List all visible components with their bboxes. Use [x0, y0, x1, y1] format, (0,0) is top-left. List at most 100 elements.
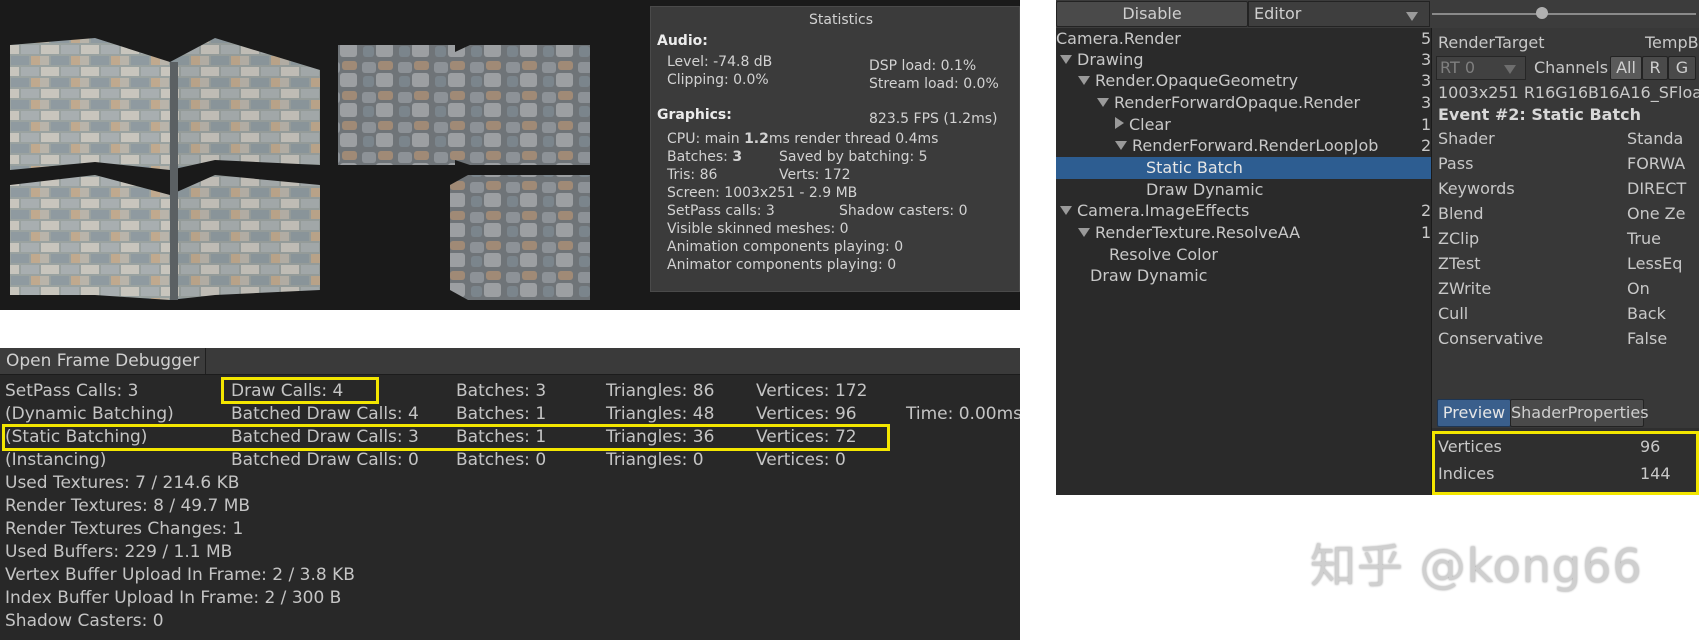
- channel-g-button[interactable]: G: [1668, 56, 1696, 80]
- stat-cell: (Dynamic Batching): [5, 404, 174, 424]
- render-textures-changes: Render Textures Changes: 1: [5, 519, 244, 539]
- batches-readout: Batches: 3: [667, 149, 743, 165]
- expand-arrow-icon[interactable]: [1060, 55, 1072, 64]
- stat-cell: Triangles: 0: [606, 450, 704, 470]
- prop-label: Pass: [1438, 154, 1474, 173]
- channel-all-button[interactable]: All: [1610, 56, 1642, 80]
- tree-item-image-effects[interactable]: Camera.ImageEffects: [1060, 200, 1249, 222]
- disable-button[interactable]: Disable: [1056, 1, 1248, 27]
- prop-label: Conservative: [1438, 329, 1544, 348]
- used-buffers: Used Buffers: 229 / 1.1 MB: [5, 542, 233, 562]
- render-target-label: RenderTarget: [1438, 33, 1545, 52]
- chevron-down-icon: [1406, 12, 1418, 21]
- tab-shader-properties[interactable]: ShaderProperties: [1510, 399, 1649, 427]
- event-slider-track[interactable]: [1432, 13, 1696, 15]
- used-textures: Used Textures: 7 / 214.6 KB: [5, 473, 240, 493]
- stat-cell: Triangles: 48: [606, 404, 715, 424]
- tree-count: 2: [1421, 136, 1432, 155]
- stat-cell: SetPass Calls: 3: [5, 381, 139, 401]
- open-frame-debugger-tab[interactable]: Open Frame Debugger: [0, 348, 207, 374]
- shadow-casters: Shadow Casters: 0: [5, 611, 164, 631]
- tree-item-resolve-aa[interactable]: RenderTexture.ResolveAA: [1078, 222, 1300, 244]
- tree-item-draw-dynamic[interactable]: Draw Dynamic: [1146, 179, 1263, 201]
- prop-value: On: [1627, 279, 1650, 298]
- rt-dropdown-label: RT 0: [1440, 58, 1475, 77]
- prop-value: True: [1627, 229, 1661, 248]
- prop-label: Blend: [1438, 204, 1484, 223]
- tree-count: 5: [1421, 29, 1432, 48]
- collapsed-arrow-icon[interactable]: [1115, 117, 1124, 129]
- expand-arrow-icon[interactable]: [1115, 141, 1127, 150]
- tree-item-render-loop-job[interactable]: RenderForward.RenderLoopJob: [1115, 135, 1378, 157]
- prop-value: False: [1627, 329, 1668, 348]
- tree-item-forward-opaque[interactable]: RenderForwardOpaque.Render: [1097, 92, 1360, 114]
- stat-cell: Batches: 1: [456, 404, 547, 424]
- tree-count: 3: [1421, 50, 1432, 69]
- visible-skinned-readout: Visible skinned meshes: 0: [667, 221, 849, 237]
- frame-debugger-toolbar: Disable Editor: [1056, 0, 1699, 29]
- stat-cell: (Instancing): [5, 450, 107, 470]
- selected-row-highlight: [1056, 157, 1431, 179]
- prop-label: ZWrite: [1438, 279, 1492, 298]
- frame-debugger-stats-panel: Open Frame Debugger SetPass Calls: 3 Dra…: [0, 348, 1020, 640]
- draw-calls-highlight: [221, 377, 379, 404]
- audio-level: Level: -74.8 dB: [667, 54, 773, 70]
- stat-cell: Vertices: 172: [756, 381, 868, 401]
- statistics-title: Statistics: [809, 12, 873, 28]
- render-textures: Render Textures: 8 / 49.7 MB: [5, 496, 251, 516]
- render-target-value: TempB: [1645, 33, 1699, 52]
- tree-count: 3: [1421, 93, 1432, 112]
- dsp-load: DSP load: 0.1%: [869, 58, 977, 74]
- animation-components-readout: Animation components playing: 0: [667, 239, 904, 255]
- scene-view: Statistics Audio: Level: -74.8 dB Clippi…: [0, 0, 1020, 310]
- stat-cell: Vertices: 96: [756, 404, 857, 424]
- tree-count: 3: [1421, 71, 1432, 90]
- editor-dropdown[interactable]: Editor: [1248, 1, 1430, 27]
- statistics-panel: Statistics Audio: Level: -74.8 dB Clippi…: [650, 6, 1020, 292]
- prop-value: LessEq: [1627, 254, 1683, 273]
- cpu-readout: CPU: main 1.2ms render thread 0.4ms: [667, 131, 939, 147]
- tree-item-draw-dynamic-2[interactable]: Draw Dynamic: [1090, 265, 1207, 287]
- prop-label: Shader: [1438, 129, 1495, 148]
- stat-cell: Batches: 3: [456, 381, 547, 401]
- saved-by-batching: Saved by batching: 5: [779, 149, 928, 165]
- stat-cell: Batched Draw Calls: 4: [231, 404, 419, 424]
- tree-item-camera-render[interactable]: Camera.Render: [1056, 28, 1181, 50]
- expand-arrow-icon[interactable]: [1078, 228, 1090, 237]
- prop-value: Back: [1627, 304, 1666, 323]
- preview-highlight: [1432, 431, 1699, 495]
- graphics-header: Graphics:: [657, 107, 732, 123]
- verts-readout: Verts: 172: [779, 167, 851, 183]
- screen-readout: Screen: 1003x251 - 2.9 MB: [667, 185, 858, 201]
- tree-item-resolve-color[interactable]: Resolve Color: [1109, 244, 1218, 266]
- event-slider-handle[interactable]: [1536, 7, 1548, 19]
- audio-clipping: Clipping: 0.0%: [667, 72, 769, 88]
- rt-dropdown[interactable]: RT 0: [1436, 56, 1526, 80]
- tree-item-clear[interactable]: Clear: [1115, 114, 1171, 136]
- prop-value: Standa: [1627, 129, 1684, 148]
- tree-item-opaque-geometry[interactable]: Render.OpaqueGeometry: [1078, 70, 1298, 92]
- vertex-buffer-upload: Vertex Buffer Upload In Frame: 2 / 3.8 K…: [5, 565, 355, 585]
- channels-label: Channels: [1534, 58, 1609, 77]
- prop-label: ZTest: [1438, 254, 1481, 273]
- stream-load: Stream load: 0.0%: [869, 76, 999, 92]
- event-detail-panel: RenderTarget TempB RT 0 Channels All R G…: [1432, 28, 1699, 495]
- stat-cell: Batches: 0: [456, 450, 547, 470]
- prop-value: DIRECT: [1627, 179, 1687, 198]
- prop-label: Cull: [1438, 304, 1469, 323]
- expand-arrow-icon[interactable]: [1060, 206, 1072, 215]
- frame-debugger-window: Disable Editor Camera.Render 5 Drawing 3…: [1056, 0, 1699, 495]
- channel-r-button[interactable]: R: [1642, 56, 1668, 80]
- tree-item-drawing[interactable]: Drawing: [1060, 49, 1144, 71]
- tab-preview[interactable]: Preview: [1437, 399, 1511, 427]
- tree-count: 1: [1421, 223, 1432, 242]
- tree-item-static-batch[interactable]: Static Batch: [1146, 157, 1243, 179]
- stat-cell: Vertices: 0: [756, 450, 846, 470]
- editor-dropdown-label: Editor: [1254, 4, 1302, 23]
- prop-label: Keywords: [1438, 179, 1515, 198]
- shadow-casters-readout: Shadow casters: 0: [839, 203, 968, 219]
- setpass-readout: SetPass calls: 3: [667, 203, 775, 219]
- expand-arrow-icon[interactable]: [1078, 76, 1090, 85]
- expand-arrow-icon[interactable]: [1097, 98, 1109, 107]
- static-batching-highlight: [2, 424, 890, 451]
